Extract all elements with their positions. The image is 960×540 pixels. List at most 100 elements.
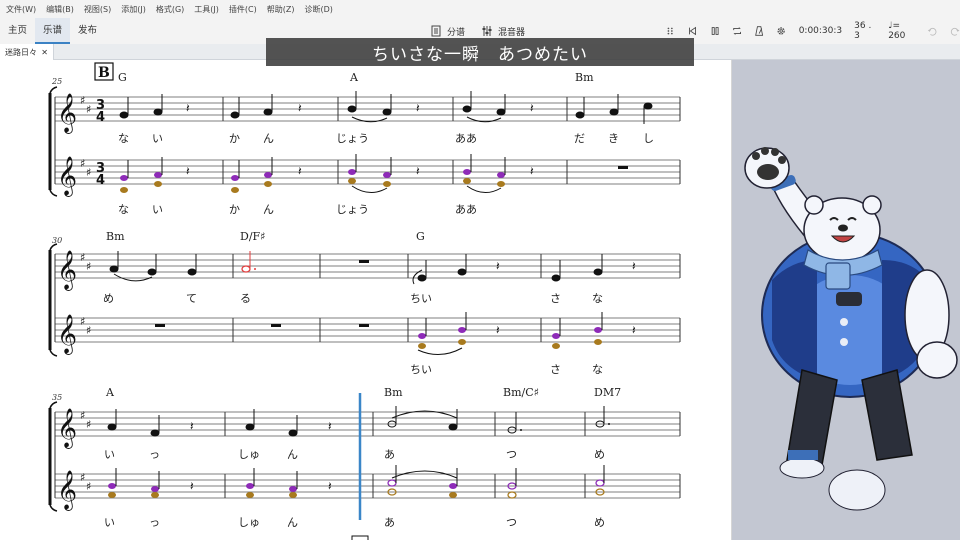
chord-symbol[interactable]: A	[105, 386, 115, 399]
lyric[interactable]: い	[104, 448, 115, 461]
lyric[interactable]: る	[240, 292, 251, 305]
lyric[interactable]: い	[104, 516, 115, 529]
lyric[interactable]: っ	[149, 448, 160, 461]
lyric[interactable]: い	[152, 203, 163, 216]
mixer-button[interactable]: 混音器	[481, 25, 525, 38]
lyric[interactable]: ちい	[410, 292, 432, 305]
metronome-icon[interactable]	[754, 25, 764, 37]
lyric[interactable]: な	[118, 132, 129, 145]
notes-lower[interactable]: 𝄽 𝄽	[155, 312, 636, 349]
lyric[interactable]: ん	[287, 516, 298, 529]
document-tab[interactable]: 迷路日々 ✕	[0, 44, 54, 60]
svg-text:♯: ♯	[86, 166, 91, 179]
svg-text:𝄽: 𝄽	[190, 419, 194, 433]
menu-view[interactable]: 视图(S)	[84, 4, 111, 15]
lyric[interactable]: しゅ	[238, 516, 260, 529]
lyric[interactable]: あ	[384, 516, 395, 529]
chord-symbol[interactable]: G	[118, 71, 127, 84]
svg-text:𝄽: 𝄽	[496, 259, 500, 273]
redo-icon[interactable]	[950, 25, 960, 37]
lyric[interactable]: あ	[384, 448, 395, 461]
menu-diagnostics[interactable]: 诊断(D)	[304, 4, 332, 15]
svg-text:𝄽: 𝄽	[298, 164, 302, 178]
undo-icon[interactable]	[927, 25, 937, 37]
slur[interactable]	[391, 470, 458, 479]
menu-add[interactable]: 添加(J)	[121, 4, 146, 15]
menu-edit[interactable]: 编辑(B)	[46, 4, 74, 15]
svg-text:4: 4	[96, 110, 105, 125]
time-readout: 0:00:30:3	[798, 26, 843, 36]
score-canvas[interactable]: 25 B G A Bm 𝄞 𝄞 ♯ ♯ ♯ ♯ 3 4 3 4 𝄽 𝄽 𝄽 𝄽 …	[0, 60, 732, 540]
svg-text:𝄽: 𝄽	[190, 479, 194, 493]
slur[interactable]	[417, 347, 463, 355]
pause-icon[interactable]	[710, 25, 720, 37]
menu-help[interactable]: 帮助(Z)	[267, 4, 295, 15]
lyric[interactable]: じょう	[336, 203, 369, 216]
lyric[interactable]: し	[643, 132, 654, 145]
lyric[interactable]: ちい	[410, 363, 432, 376]
system-1: 25 B G A Bm 𝄞 𝄞 ♯ ♯ ♯ ♯ 3 4 3 4 𝄽 𝄽 𝄽 𝄽 …	[48, 62, 681, 216]
notes-lower[interactable]: 𝄽 𝄽	[108, 465, 605, 499]
chord-symbol[interactable]: Bm	[106, 230, 125, 243]
treble-clef-icon: 𝄞	[57, 250, 77, 291]
slur[interactable]	[113, 273, 153, 282]
lyric[interactable]: て	[186, 292, 197, 305]
chord-symbol[interactable]: G	[416, 230, 425, 243]
lyric[interactable]: さ	[550, 363, 561, 376]
staff-upper	[55, 96, 680, 122]
loop-icon[interactable]	[732, 25, 742, 37]
lyric[interactable]: しゅ	[238, 448, 260, 461]
lyric[interactable]: め	[594, 448, 605, 461]
chord-symbol[interactable]: Bm	[575, 71, 594, 84]
gear-icon[interactable]	[776, 25, 786, 37]
score-svg: 25 B G A Bm 𝄞 𝄞 ♯ ♯ ♯ ♯ 3 4 3 4 𝄽 𝄽 𝄽 𝄽 …	[48, 62, 681, 540]
document-icon	[431, 25, 441, 37]
drag-handle-icon[interactable]	[665, 25, 675, 37]
svg-text:♯: ♯	[86, 103, 91, 116]
staff-lower	[55, 317, 680, 343]
lyric[interactable]: め	[594, 516, 605, 529]
lyric[interactable]: な	[118, 203, 129, 216]
chord-symbol[interactable]: A	[349, 71, 359, 84]
lyric[interactable]: じょう	[336, 132, 369, 145]
menu-tools[interactable]: 工具(J)	[194, 4, 219, 15]
chord-symbol[interactable]: DM7	[594, 386, 621, 399]
chord-symbol[interactable]: Bm	[384, 386, 403, 399]
lyric[interactable]: い	[152, 132, 163, 145]
lyric[interactable]: ああ	[455, 203, 477, 216]
svg-text:𝄽: 𝄽	[328, 479, 332, 493]
lyric[interactable]: め	[103, 292, 114, 305]
lyric[interactable]: か	[229, 203, 240, 216]
lyric[interactable]: っ	[149, 516, 160, 529]
notes-upper[interactable]: 𝄽 𝄽 𝄽 𝄽	[119, 91, 653, 124]
lyric[interactable]: な	[592, 363, 603, 376]
menu-file[interactable]: 文件(W)	[6, 4, 36, 15]
lyric[interactable]: な	[592, 292, 603, 305]
lyric[interactable]: ん	[263, 132, 274, 145]
chord-symbol[interactable]: Bm/C♯	[503, 386, 539, 399]
lyric[interactable]: か	[229, 132, 240, 145]
parts-button[interactable]: 分谱	[430, 25, 465, 38]
rewind-icon[interactable]	[687, 25, 697, 37]
slur[interactable]	[466, 185, 502, 193]
key-signature-icon: ♯	[80, 471, 85, 484]
tab-publish[interactable]: 发布	[70, 18, 105, 44]
lyric[interactable]: つ	[506, 448, 517, 461]
lyric[interactable]: さ	[550, 292, 561, 305]
chord-symbol[interactable]: D/F♯	[240, 230, 265, 243]
close-icon[interactable]: ✕	[41, 48, 48, 57]
menu-plugins[interactable]: 插件(C)	[229, 4, 257, 15]
lyric[interactable]: ん	[287, 448, 298, 461]
lyric[interactable]: だ	[574, 132, 585, 145]
svg-text:♯: ♯	[86, 418, 91, 431]
lyric[interactable]: き	[608, 132, 619, 145]
lyric[interactable]: つ	[506, 516, 517, 529]
lyric[interactable]: ん	[263, 203, 274, 216]
tab-home[interactable]: 主页	[0, 18, 35, 44]
tempo-readout: ♩= 260	[888, 21, 915, 41]
treble-clef-icon: 𝄞	[57, 314, 77, 355]
lyric[interactable]: ああ	[455, 132, 477, 145]
tab-score[interactable]: 乐谱	[35, 18, 71, 44]
slur[interactable]	[351, 185, 388, 193]
menu-format[interactable]: 格式(G)	[156, 4, 184, 15]
